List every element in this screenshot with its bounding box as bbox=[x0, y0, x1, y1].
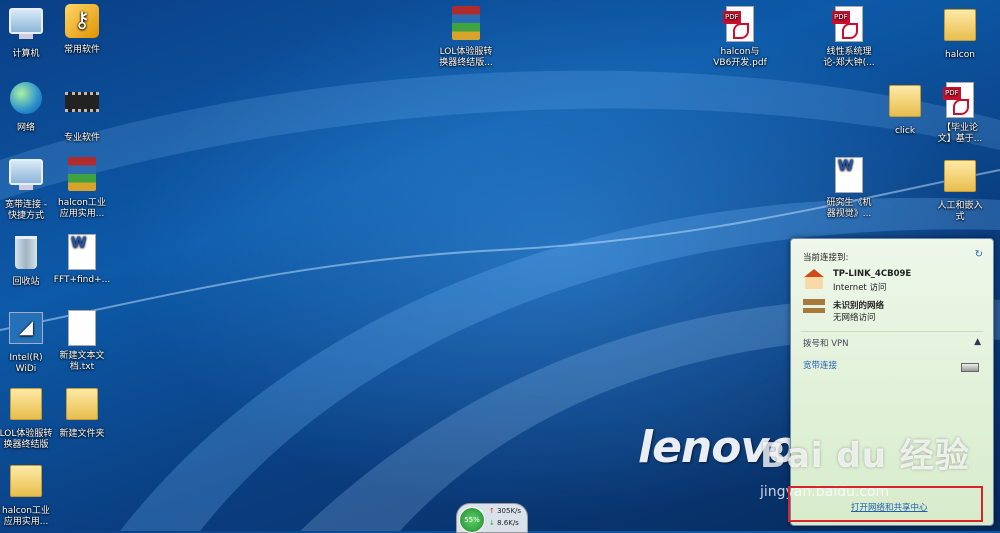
text-file-icon bbox=[63, 310, 101, 348]
connection-status: Internet 访问 bbox=[833, 283, 887, 293]
key-folder-icon: ⚷ bbox=[63, 4, 101, 42]
desktop-icon-halcon-vb6-pdf[interactable]: halcon与 VB6开发.pdf bbox=[705, 4, 775, 69]
icon-label: 研究生《机 器视觉》... bbox=[826, 198, 872, 219]
connection-name: 未识别的网络 bbox=[833, 301, 885, 311]
icon-label: 新建文件夹 bbox=[59, 429, 105, 439]
connection-tplink[interactable]: TP-LINK_4CB09E Internet 访问 bbox=[803, 267, 983, 295]
desktop-icon-machine-vision-doc[interactable]: 研究生《机 器视觉》... bbox=[814, 155, 884, 220]
icon-label: halcon bbox=[945, 50, 975, 60]
connection-name: TP-LINK_4CB09E bbox=[833, 269, 912, 279]
icon-label: LOL体验服转 换器终结版... bbox=[439, 47, 493, 68]
folder-icon bbox=[941, 9, 979, 47]
home-network-icon bbox=[803, 269, 825, 289]
baidu-watermark: Bai du 经验 bbox=[760, 436, 970, 476]
word-doc-icon bbox=[63, 234, 101, 272]
icon-label: 新建文本文 档.txt bbox=[59, 351, 105, 372]
pdf-icon bbox=[721, 6, 759, 44]
desktop-icon-pro-software[interactable]: 专业软件 bbox=[47, 80, 117, 144]
computer-icon bbox=[7, 8, 45, 46]
desktop-icon-embedded-folder[interactable]: 人工和嵌入 式 bbox=[925, 155, 995, 223]
icon-label: halcon与 VB6开发.pdf bbox=[713, 47, 767, 68]
connection-status: 无网络访问 bbox=[833, 313, 876, 323]
dialup-vpn-section-label: 拨号和 VPN bbox=[803, 339, 849, 349]
desktop-icon-linear-system-pdf[interactable]: 线性系统理 论-郑大钟(... bbox=[814, 4, 884, 69]
network-popup: 当前连接到: ↻ TP-LINK_4CB09E Internet 访问 未识别的… bbox=[790, 238, 994, 526]
icon-label: 专业软件 bbox=[63, 133, 100, 143]
folder-icon bbox=[941, 160, 979, 198]
network-shortcut-icon bbox=[7, 159, 45, 197]
desktop-icon-common-software[interactable]: ⚷ 常用软件 bbox=[47, 4, 117, 56]
chip-icon bbox=[63, 92, 101, 130]
folder-icon bbox=[7, 465, 45, 503]
desktop-icon-new-text[interactable]: 新建文本文 档.txt bbox=[47, 308, 117, 373]
desktop-icon-lol-rar[interactable]: LOL体验服转 换器终结版... bbox=[431, 4, 501, 69]
folder-icon bbox=[63, 388, 101, 426]
popup-header: 当前连接到: bbox=[803, 253, 849, 263]
usage-percent: 55% bbox=[459, 507, 485, 533]
refresh-icon[interactable]: ↻ bbox=[975, 249, 983, 260]
broadband-connection-item[interactable]: 宽带连接 bbox=[803, 359, 837, 371]
recycle-bin-icon bbox=[7, 236, 45, 274]
icon-label: 线性系统理 论-郑大钟(... bbox=[823, 47, 875, 68]
pdf-icon bbox=[830, 6, 868, 44]
public-network-icon bbox=[803, 299, 825, 319]
icon-label: halcon工业 应用实用... bbox=[58, 198, 106, 219]
globe-icon bbox=[7, 82, 45, 120]
winrar-icon bbox=[63, 157, 101, 195]
desktop-icon-new-folder[interactable]: 新建文件夹 bbox=[47, 383, 117, 440]
upload-speed: 305K/s bbox=[489, 507, 521, 515]
icon-label: 常用软件 bbox=[63, 45, 100, 55]
desktop-icon-halcon-folder-right[interactable]: halcon bbox=[925, 4, 995, 61]
highlight-box bbox=[788, 486, 983, 522]
download-speed: 8.6K/s bbox=[489, 519, 519, 527]
desktop-icon-halcon-rar[interactable]: halcon工业 应用实用... bbox=[47, 155, 117, 220]
winrar-icon bbox=[447, 6, 485, 44]
word-doc-icon bbox=[830, 157, 868, 195]
icon-label: 【毕业论 文】基于... bbox=[937, 123, 983, 144]
divider bbox=[801, 331, 983, 332]
modem-icon bbox=[961, 363, 979, 372]
folder-icon bbox=[886, 85, 924, 123]
connection-unidentified[interactable]: 未识别的网络 无网络访问 bbox=[803, 297, 983, 325]
chevron-up-icon[interactable]: ▲ bbox=[974, 337, 981, 347]
desktop-icon-fft-doc[interactable]: FFT+find+... bbox=[47, 232, 117, 286]
desktop-icon-halcon-folder[interactable]: halcon工业 应用实用... bbox=[0, 460, 61, 528]
icon-label: halcon工业 应用实用... bbox=[2, 506, 50, 527]
pdf-icon bbox=[941, 82, 979, 120]
icon-label: 人工和嵌入 式 bbox=[937, 201, 983, 222]
folder-icon bbox=[7, 388, 45, 426]
widi-icon: ◢ bbox=[7, 312, 45, 350]
icon-label: FFT+find+... bbox=[53, 275, 111, 285]
desktop-icon-thesis-pdf[interactable]: 【毕业论 文】基于... bbox=[925, 80, 995, 145]
net-speed-widget[interactable]: 55% 305K/s 8.6K/s bbox=[456, 503, 528, 533]
